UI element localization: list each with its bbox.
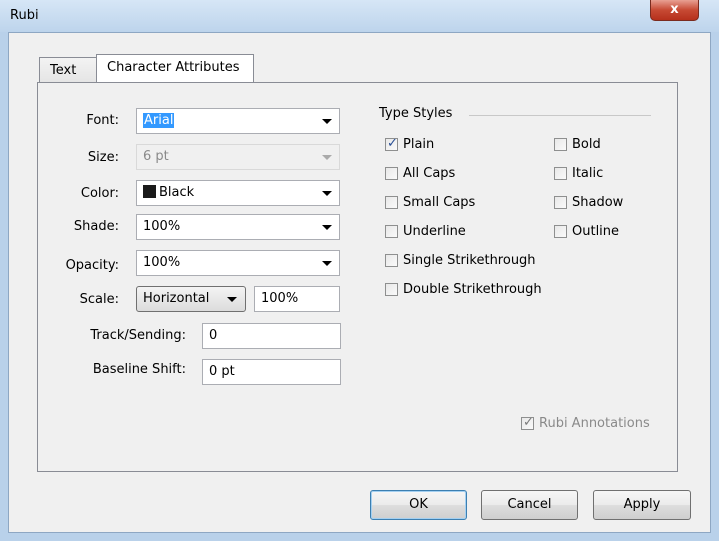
type-styles-title: Type Styles: [379, 106, 453, 121]
chevron-down-icon: [322, 119, 332, 124]
checkbox-box: ✓: [385, 136, 398, 151]
color-dropdown[interactable]: Black: [136, 180, 340, 206]
checkbox-box: [554, 167, 567, 180]
checkmark-icon: ✓: [387, 136, 398, 151]
scale-value: 100%: [261, 291, 299, 306]
size-value: 6 pt: [143, 149, 169, 164]
size-label: Size:: [87, 150, 119, 165]
tab-text[interactable]: Text: [39, 57, 97, 82]
underline-label: Underline: [403, 224, 466, 239]
title-bar[interactable]: Rubi x: [0, 0, 719, 32]
plain-label: Plain: [403, 137, 435, 152]
baseline-value: 0 pt: [209, 364, 235, 379]
chevron-down-icon: [322, 155, 332, 160]
checkmark-icon: ✓: [523, 415, 534, 430]
scale-direction-dropdown[interactable]: Horizontal: [136, 286, 246, 312]
chevron-down-icon: [322, 225, 332, 230]
outline-label: Outline: [572, 224, 620, 239]
baseline-label: Baseline Shift:: [92, 362, 186, 377]
shade-label: Shade:: [73, 219, 119, 234]
scale-input[interactable]: 100%: [254, 286, 340, 312]
shadow-label: Shadow: [572, 195, 624, 210]
chevron-down-icon: [322, 261, 332, 266]
checkbox-box: [385, 283, 398, 296]
shade-value: 100%: [143, 219, 181, 234]
type-styles-divider: [469, 115, 651, 116]
checkbox-box: [385, 196, 398, 209]
tab-text-label: Text: [50, 63, 77, 78]
font-label: Font:: [86, 113, 119, 128]
opacity-dropdown[interactable]: 100%: [136, 250, 340, 276]
opacity-label: Opacity:: [65, 258, 119, 273]
dialog-client: Text Character Attributes Font: Arial Si…: [8, 32, 711, 533]
close-icon: x: [670, 2, 679, 17]
checkbox-box: [385, 254, 398, 267]
track-label: Track/Sending:: [90, 328, 186, 343]
scale-direction-value: Horizontal: [143, 291, 210, 306]
double-strikethrough-label: Double Strikethrough: [403, 282, 542, 297]
color-label: Color:: [80, 186, 119, 201]
ok-button[interactable]: OK: [370, 490, 467, 520]
small-caps-label: Small Caps: [403, 195, 476, 210]
checkbox-box: [385, 225, 398, 238]
color-swatch: [143, 185, 156, 198]
all-caps-label: All Caps: [403, 166, 456, 181]
tab-character-attributes-label: Character Attributes: [107, 60, 240, 75]
checkbox-box: [385, 167, 398, 180]
close-button[interactable]: x: [650, 0, 699, 21]
single-strikethrough-label: Single Strikethrough: [403, 253, 536, 268]
dialog-window: Rubi x Text Character Attributes Font: A…: [0, 0, 719, 541]
chevron-down-icon: [227, 297, 237, 302]
font-value: Arial: [143, 113, 175, 128]
checkbox-box: [554, 196, 567, 209]
italic-label: Italic: [572, 166, 604, 181]
color-value: Black: [159, 185, 195, 200]
size-dropdown: 6 pt: [136, 144, 340, 170]
chevron-down-icon: [322, 191, 332, 196]
bold-label: Bold: [572, 137, 601, 152]
opacity-value: 100%: [143, 255, 181, 270]
rubi-annotations-label: Rubi Annotations: [539, 416, 650, 431]
apply-button[interactable]: Apply: [593, 490, 691, 520]
window-title: Rubi: [10, 8, 39, 23]
tab-character-attributes[interactable]: Character Attributes: [96, 54, 254, 82]
track-value: 0: [209, 328, 218, 343]
shade-dropdown[interactable]: 100%: [136, 214, 340, 240]
baseline-input[interactable]: 0 pt: [202, 359, 341, 385]
cancel-button[interactable]: Cancel: [481, 490, 578, 520]
scale-label: Scale:: [79, 292, 119, 307]
checkbox-box: [554, 138, 567, 151]
track-input[interactable]: 0: [202, 323, 341, 349]
font-dropdown[interactable]: Arial: [136, 108, 340, 134]
checkbox-box: ✓: [521, 415, 534, 430]
checkbox-box: [554, 225, 567, 238]
